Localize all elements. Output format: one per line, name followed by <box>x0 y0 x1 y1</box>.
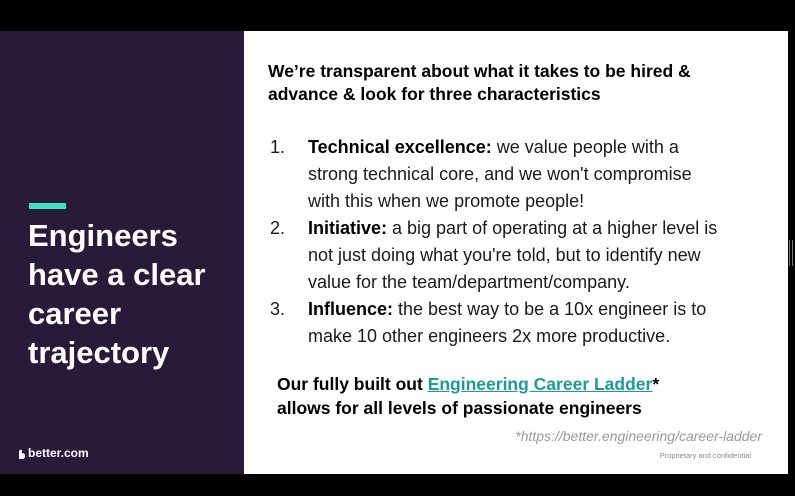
ladder-prefix: Our fully built out <box>277 374 428 394</box>
screen-frame: Engineers have a clear career trajectory… <box>0 0 795 496</box>
better-logo-icon <box>18 449 26 459</box>
characteristic-line: strong technical core, and we won't comp… <box>308 164 692 184</box>
resize-handle[interactable] <box>789 240 793 266</box>
confidential-notice: Proprietary and confidential <box>659 451 751 460</box>
presentation-slide: Engineers have a clear career trajectory… <box>0 31 788 474</box>
ladder-suffix: * <box>652 374 660 394</box>
list-number: 2. <box>270 218 286 238</box>
characteristic-line: not just doing what you're told, but to … <box>308 245 701 265</box>
characteristic-text: we value people with a <box>491 137 679 157</box>
characteristic-title: Influence: <box>308 299 394 319</box>
right-panel: We’re transparent about what it takes to… <box>244 31 788 474</box>
characteristic-title: Initiative: <box>308 218 388 238</box>
characteristic-text: a big part of operating at a higher leve… <box>387 218 718 238</box>
headline-line: career <box>28 296 122 331</box>
headline-line: Engineers <box>28 218 178 253</box>
intro-text: We’re transparent about what it takes to… <box>268 60 768 106</box>
characteristics-list: 1. Technical excellence: we value people… <box>270 134 770 350</box>
list-number: 1. <box>270 137 286 157</box>
slide-headline: Engineers have a clear career trajectory <box>28 216 238 372</box>
career-ladder-link[interactable]: Engineering Career Ladder <box>428 374 653 394</box>
headline-line: have a clear <box>28 257 206 292</box>
characteristic-title: Technical excellence: <box>308 137 492 157</box>
characteristic-text: the best way to be a 10x engineer is to <box>393 299 707 319</box>
characteristic-line: value for the team/department/company. <box>308 272 630 292</box>
ladder-line: allows for all levels of passionate engi… <box>277 398 642 418</box>
left-panel: Engineers have a clear career trajectory… <box>0 31 244 474</box>
characteristic-line: Influence: the best way to be a 10x engi… <box>308 296 770 323</box>
accent-bar <box>29 203 66 209</box>
characteristic-line: Initiative: a big part of operating at a… <box>308 215 770 242</box>
career-ladder-text: Our fully built out Engineering Career L… <box>277 372 757 420</box>
list-number: 3. <box>270 299 286 319</box>
characteristic-line: make 10 other engineers 2x more producti… <box>308 326 671 346</box>
characteristic-line: with this when we promote people! <box>308 191 585 211</box>
ladder-line: Our fully built out Engineering Career L… <box>277 372 757 396</box>
characteristic-item: 1. Technical excellence: we value people… <box>270 134 770 215</box>
intro-line: We’re transparent about what it takes to… <box>268 61 691 81</box>
logo-text: better.com <box>28 446 89 460</box>
characteristic-item: 3. Influence: the best way to be a 10x e… <box>270 296 770 350</box>
characteristic-line: Technical excellence: we value people wi… <box>308 134 770 161</box>
intro-line: advance & look for three characteristics <box>268 84 601 104</box>
company-logo: better.com <box>18 446 89 460</box>
headline-line: trajectory <box>28 335 170 370</box>
characteristic-item: 2. Initiative: a big part of operating a… <box>270 215 770 296</box>
footnote-url: *https://better.engineering/career-ladde… <box>515 428 762 444</box>
